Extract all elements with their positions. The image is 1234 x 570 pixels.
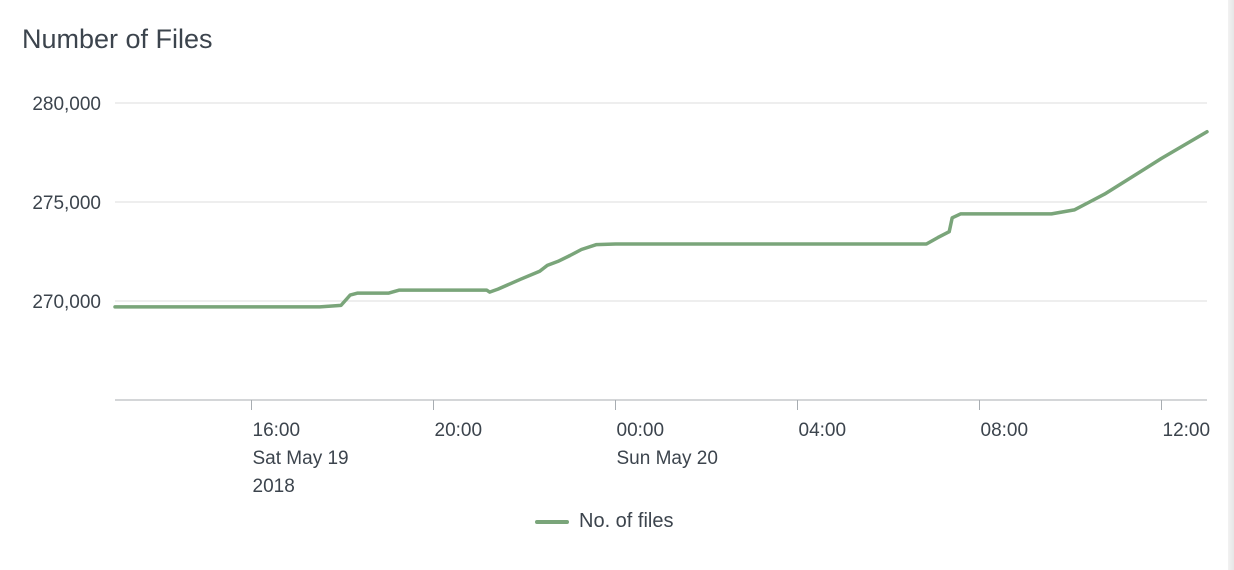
y-tick-label: 270,000 (32, 292, 101, 313)
legend-label: No. of files (579, 510, 674, 532)
x-tick-label: Sat May 19 (253, 448, 349, 469)
x-tick-label: 16:00 (253, 420, 301, 441)
x-tick-label: 00:00 (617, 420, 665, 441)
scrollbar-edge (1228, 0, 1234, 570)
chart-panel: Number of Files 270,000 275,000 280,000 16:… (0, 0, 1228, 570)
y-tick-label: 275,000 (32, 193, 101, 214)
x-tick-label: 2018 (253, 476, 295, 497)
x-tick-label: 12:00 (1163, 420, 1211, 441)
series-line-no-of-files (113, 129, 1209, 309)
x-tick-label: 04:00 (799, 420, 847, 441)
x-tick-label: 08:00 (981, 420, 1029, 441)
legend[interactable]: No. of files (535, 510, 673, 533)
line-chart: 270,000 275,000 280,000 16:00 Sat May 19 2018… (32, 94, 1211, 497)
y-tick-label: 280,000 (32, 94, 101, 115)
x-tick-label: 20:00 (435, 420, 483, 441)
legend-swatch (535, 519, 569, 524)
x-tick-label: Sun May 20 (617, 448, 718, 469)
